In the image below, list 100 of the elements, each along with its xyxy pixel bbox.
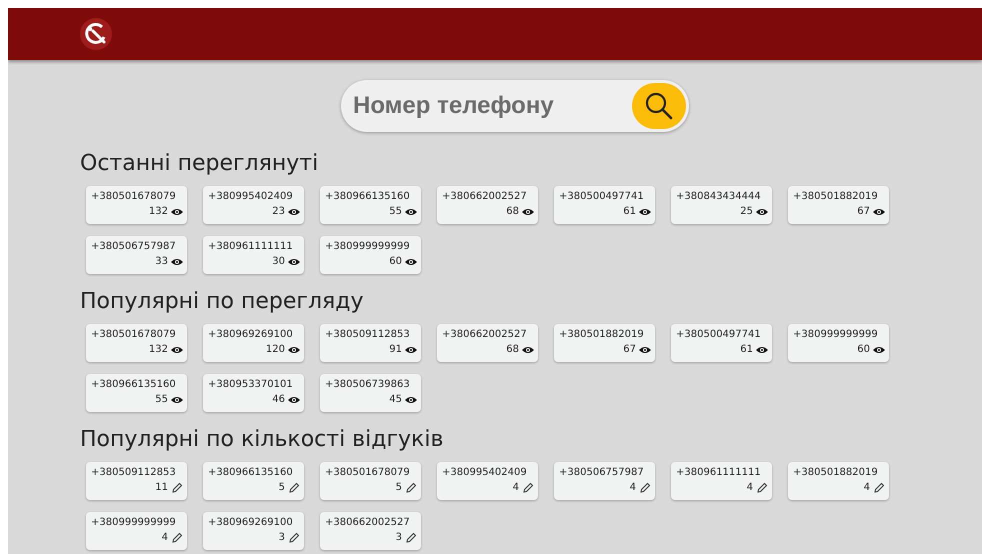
phone-card[interactable]: +380662002527 68 bbox=[437, 186, 538, 224]
count-text: 5 bbox=[396, 482, 402, 494]
count-text: 25 bbox=[740, 206, 753, 218]
eye-icon bbox=[405, 208, 417, 216]
section-title: Популярні по перегляду bbox=[80, 288, 364, 316]
phone-card[interactable]: +380999999999 60 bbox=[320, 236, 421, 274]
phone-card[interactable]: +380961111111 4 bbox=[671, 462, 772, 500]
pencil-icon bbox=[171, 532, 183, 544]
phone-number: +380506757987 bbox=[559, 466, 645, 479]
phone-card[interactable]: +380999999999 4 bbox=[86, 512, 187, 550]
pencil-icon bbox=[171, 482, 183, 494]
count-text: 68 bbox=[506, 344, 519, 356]
phone-card[interactable]: +380506757987 33 bbox=[86, 236, 187, 274]
phone-card[interactable]: +380501882019 67 bbox=[554, 324, 655, 362]
eye-icon bbox=[288, 208, 300, 216]
count-text: 132 bbox=[148, 206, 168, 218]
phone-card[interactable]: +380953370101 46 bbox=[203, 374, 304, 412]
section-title: Останні переглянуті bbox=[80, 150, 320, 178]
phone-card[interactable]: +380509112853 11 bbox=[86, 462, 187, 500]
phone-number: +380506739863 bbox=[325, 378, 411, 391]
phone-card[interactable]: +380506757987 4 bbox=[554, 462, 655, 500]
count-text: 67 bbox=[623, 344, 636, 356]
eye-icon bbox=[873, 346, 885, 354]
pencil-icon bbox=[639, 482, 651, 494]
phone-card[interactable]: +380843434444 25 bbox=[671, 186, 772, 224]
phone-card[interactable]: +380506739863 45 bbox=[320, 374, 421, 412]
count-text: 45 bbox=[389, 394, 402, 406]
phone-number: +380966135160 bbox=[208, 466, 294, 479]
count-text: 3 bbox=[278, 532, 285, 544]
phone-card[interactable]: +380501882019 4 bbox=[788, 462, 889, 500]
eye-icon bbox=[639, 346, 651, 354]
phone-card[interactable]: +380961111111 30 bbox=[203, 236, 304, 274]
pencil-icon bbox=[288, 532, 300, 544]
phone-card[interactable]: +380500497741 61 bbox=[554, 186, 655, 224]
eye-icon bbox=[171, 258, 183, 266]
eye-icon bbox=[171, 346, 183, 354]
phone-number: +380501678079 bbox=[91, 190, 177, 203]
phone-number: +380999999999 bbox=[325, 240, 411, 253]
phone-card[interactable]: +380969269100 120 bbox=[203, 324, 304, 362]
count-text: 23 bbox=[272, 206, 285, 218]
phone-card[interactable]: +380501678079 132 bbox=[86, 324, 187, 362]
pencil-icon bbox=[288, 482, 300, 494]
phone-number: +380999999999 bbox=[793, 328, 879, 341]
eye-icon bbox=[522, 208, 534, 216]
count-text: 4 bbox=[630, 482, 636, 494]
count-text: 3 bbox=[396, 532, 402, 544]
phone-number: +380966135160 bbox=[325, 190, 411, 203]
eye-icon bbox=[288, 346, 300, 354]
logo-icon[interactable] bbox=[80, 18, 112, 50]
count-text: 120 bbox=[266, 344, 285, 356]
phone-card[interactable]: +380969269100 3 bbox=[203, 512, 304, 550]
count-text: 4 bbox=[512, 482, 519, 494]
phone-card[interactable]: +380509112853 91 bbox=[320, 324, 421, 362]
phone-number: +380509112853 bbox=[325, 328, 411, 341]
phone-card[interactable]: +380966135160 55 bbox=[86, 374, 187, 412]
count-text: 61 bbox=[740, 344, 753, 356]
eye-icon bbox=[522, 346, 534, 354]
phone-card[interactable]: +380999999999 60 bbox=[788, 324, 889, 362]
count-text: 60 bbox=[857, 344, 870, 356]
eye-icon bbox=[873, 208, 885, 216]
phone-card[interactable]: +380500497741 61 bbox=[671, 324, 772, 362]
phone-card[interactable]: +380501678079 132 bbox=[86, 186, 187, 224]
pencil-icon bbox=[756, 482, 768, 494]
count-text: 60 bbox=[389, 256, 402, 268]
count-text: 68 bbox=[506, 206, 519, 218]
phone-number: +380953370101 bbox=[208, 378, 294, 391]
phone-card[interactable]: +380501678079 5 bbox=[320, 462, 421, 500]
count-text: 55 bbox=[155, 394, 168, 406]
phone-card[interactable]: +380995402409 4 bbox=[437, 462, 538, 500]
phone-number: +380500497741 bbox=[676, 328, 762, 341]
count-text: 67 bbox=[857, 206, 870, 218]
phone-card[interactable]: +380995402409 23 bbox=[203, 186, 304, 224]
phone-number: +380501882019 bbox=[793, 190, 879, 203]
eye-icon bbox=[405, 258, 417, 266]
phone-number: +380969269100 bbox=[208, 516, 294, 529]
count-text: 33 bbox=[155, 256, 168, 268]
eye-icon bbox=[171, 208, 183, 216]
phone-card[interactable]: +380662002527 3 bbox=[320, 512, 421, 550]
phone-number: +380500497741 bbox=[559, 190, 645, 203]
eye-icon bbox=[405, 346, 417, 354]
phone-number: +380966135160 bbox=[91, 378, 177, 391]
phone-card[interactable]: +380966135160 55 bbox=[320, 186, 421, 224]
pencil-icon bbox=[873, 482, 885, 494]
count-text: 30 bbox=[272, 256, 285, 268]
phone-number: +380501678079 bbox=[91, 328, 177, 341]
phone-card[interactable]: +380966135160 5 bbox=[203, 462, 304, 500]
phone-number: +380501678079 bbox=[325, 466, 411, 479]
count-text: 4 bbox=[162, 532, 168, 544]
eye-icon bbox=[756, 208, 768, 216]
count-text: 4 bbox=[746, 482, 753, 494]
phone-number: +380506757987 bbox=[91, 240, 177, 253]
phone-card[interactable]: +380662002527 68 bbox=[437, 324, 538, 362]
phone-card[interactable]: +380501882019 67 bbox=[788, 186, 889, 224]
phone-number: +380995402409 bbox=[208, 190, 294, 203]
count-text: 46 bbox=[272, 394, 285, 406]
eye-icon bbox=[171, 396, 183, 404]
count-text: 4 bbox=[864, 482, 870, 494]
search-icon bbox=[644, 91, 674, 121]
count-text: 61 bbox=[623, 206, 636, 218]
pencil-icon bbox=[522, 482, 534, 494]
